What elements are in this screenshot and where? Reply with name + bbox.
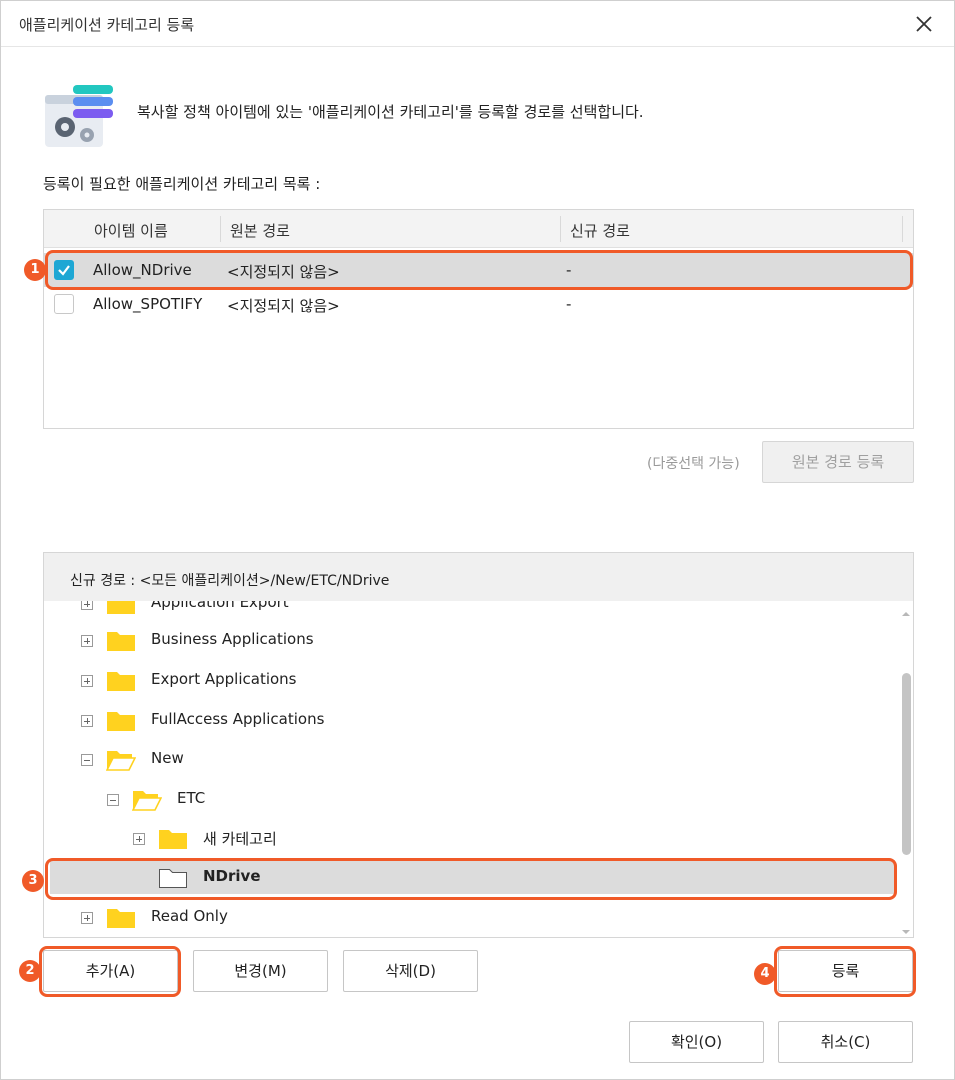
tree-node-fullaccess-applications[interactable]: FullAccess Applications xyxy=(44,706,884,738)
folder-icon xyxy=(106,628,136,652)
tree-node-export-applications[interactable]: Export Applications xyxy=(44,666,884,698)
tree-node-application-export[interactable]: Application Export xyxy=(44,601,884,621)
tree-node-label: Export Applications xyxy=(151,670,297,688)
expand-plus-icon[interactable] xyxy=(81,715,93,727)
open-folder-icon xyxy=(131,787,163,811)
tree-node-label: 새 카테고리 xyxy=(203,830,277,848)
change-button[interactable]: 변경(M) xyxy=(193,950,328,992)
folder-icon xyxy=(106,708,136,732)
register-source-path-button[interactable]: 원본 경로 등록 xyxy=(762,441,914,483)
scroll-up-arrow-icon[interactable] xyxy=(901,605,911,616)
tree-node-new-category[interactable]: 새 카테고리 xyxy=(44,824,884,856)
folder-icon xyxy=(106,601,136,615)
callout-badge-2: 2 xyxy=(19,960,41,982)
table-row[interactable]: Allow_SPOTIFY <지정되지 않음> - xyxy=(44,287,913,321)
new-path: - xyxy=(566,295,572,313)
callout-badge-1: 1 xyxy=(24,259,46,281)
tree-node-label: Read Only xyxy=(151,907,228,925)
window-title: 애플리케이션 카테고리 등록 xyxy=(19,16,195,34)
column-divider[interactable] xyxy=(902,216,903,242)
callout-frame xyxy=(39,946,181,997)
expand-plus-icon[interactable] xyxy=(81,912,93,924)
tree-node-read-only[interactable]: Read Only xyxy=(44,903,884,935)
tree-node-business-applications[interactable]: Business Applications xyxy=(44,626,884,658)
callout-badge-3: 3 xyxy=(22,870,44,892)
delete-button[interactable]: 삭제(D) xyxy=(343,950,478,992)
callout-frame xyxy=(45,250,913,290)
source-path: <지정되지 않음> xyxy=(227,297,340,315)
tree-node-label: ETC xyxy=(177,789,206,807)
expand-plus-icon[interactable] xyxy=(81,635,93,647)
tree-path-header: 신규 경로 : <모든 애플리케이션>/New/ETC/NDrive xyxy=(44,553,913,601)
new-path-label: 신규 경로 : <모든 애플리케이션>/New/ETC/NDrive xyxy=(70,573,390,589)
open-folder-icon xyxy=(105,747,137,771)
callout-badge-4: 4 xyxy=(754,963,776,985)
category-list-title: 등록이 필요한 애플리케이션 카테고리 목록 : xyxy=(43,175,321,193)
callout-frame xyxy=(774,946,916,997)
title-bar: 애플리케이션 카테고리 등록 xyxy=(1,1,954,47)
column-header-item-name[interactable]: 아이템 이름 xyxy=(94,220,168,241)
column-divider[interactable] xyxy=(560,216,561,242)
cancel-button[interactable]: 취소(C) xyxy=(778,1021,913,1063)
multi-select-hint: (다중선택 가능) xyxy=(647,456,740,472)
column-header-new-path[interactable]: 신규 경로 xyxy=(570,220,630,241)
category-table: 아이템 이름 원본 경로 신규 경로 Allow_NDrive <지정되지 않음… xyxy=(43,209,914,429)
tree-node-label: New xyxy=(151,749,184,767)
tree-node-label: FullAccess Applications xyxy=(151,710,325,728)
tree-node-new[interactable]: New xyxy=(44,745,884,777)
dialog-description: 복사할 정책 아이템에 있는 '애플리케이션 카테고리'를 등록할 경로를 선택… xyxy=(137,103,644,121)
app-category-register-dialog: 애플리케이션 카테고리 등록 복사할 정책 아이템에 있는 '애플리케이션 카테… xyxy=(0,0,955,1080)
row-checkbox[interactable] xyxy=(54,294,74,314)
folder-icon xyxy=(158,826,188,850)
ok-button[interactable]: 확인(O) xyxy=(629,1021,764,1063)
scroll-down-arrow-icon[interactable] xyxy=(901,923,911,934)
expand-plus-icon[interactable] xyxy=(81,675,93,687)
table-header: 아이템 이름 원본 경로 신규 경로 xyxy=(44,210,913,248)
expand-plus-icon[interactable] xyxy=(133,833,145,845)
callout-frame xyxy=(45,858,897,900)
tree-node-label: Application Export xyxy=(151,601,289,611)
scroll-thumb[interactable] xyxy=(902,673,911,855)
expand-plus-icon[interactable] xyxy=(81,601,93,610)
collapse-minus-icon[interactable] xyxy=(107,794,119,806)
item-name: Allow_SPOTIFY xyxy=(93,295,203,313)
column-divider[interactable] xyxy=(220,216,221,242)
column-header-source-path[interactable]: 원본 경로 xyxy=(230,220,290,241)
folder-icon xyxy=(106,905,136,929)
tree-scrollbar[interactable] xyxy=(899,601,913,937)
app-settings-icon xyxy=(43,83,115,149)
tree-node-label: Business Applications xyxy=(151,630,314,648)
folder-icon xyxy=(106,668,136,692)
collapse-minus-icon[interactable] xyxy=(81,754,93,766)
tree-node-etc[interactable]: ETC xyxy=(44,785,884,817)
close-icon[interactable] xyxy=(912,12,936,36)
